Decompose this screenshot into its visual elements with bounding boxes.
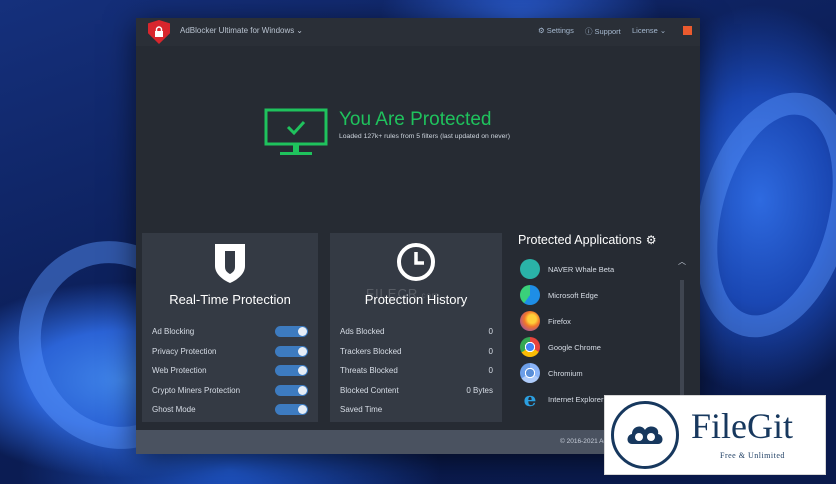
close-button[interactable] bbox=[683, 26, 692, 35]
license-label: License bbox=[632, 26, 658, 35]
scroll-up-arrow[interactable]: ︿ bbox=[678, 256, 686, 267]
stat-row-trackers-blocked: Trackers Blocked 0 bbox=[330, 346, 502, 366]
clock-icon bbox=[397, 243, 435, 281]
stat-label: Ads Blocked bbox=[340, 327, 385, 336]
stat-label: Blocked Content bbox=[340, 385, 399, 395]
chevron-down-icon: ⌄ bbox=[659, 26, 667, 35]
stat-row-saved-time: Saved Time bbox=[330, 404, 502, 424]
protection-history-panel: Protection History Ads Blocked 0 Tracker… bbox=[330, 233, 502, 422]
support-label: Support bbox=[594, 27, 621, 36]
setting-row-privacy-protection: Privacy Protection bbox=[142, 345, 318, 366]
web-protection-toggle[interactable] bbox=[275, 365, 308, 377]
stat-row-blocked-content: Blocked Content 0 Bytes bbox=[330, 385, 502, 405]
setting-label: Privacy Protection bbox=[152, 346, 217, 356]
app-title-menu[interactable]: AdBlocker Ultimate for Windows ⌄ bbox=[180, 26, 303, 35]
help-icon: ⓘ bbox=[585, 27, 593, 36]
protection-status-title: You Are Protected bbox=[339, 109, 492, 130]
watermark-suffix: .com bbox=[418, 291, 440, 300]
setting-row-ad-blocking: Ad Blocking bbox=[142, 326, 318, 346]
stat-value: 0 bbox=[488, 346, 493, 356]
app-name: Internet Explorer bbox=[548, 395, 604, 404]
list-item-google-chrome[interactable]: Google Chrome bbox=[518, 334, 688, 360]
protection-status-subtitle: Loaded 127k+ rules from 5 filters (last … bbox=[339, 133, 510, 140]
list-item-naver-whale[interactable]: NAVER Whale Beta bbox=[518, 256, 688, 282]
setting-row-web-protection: Web Protection bbox=[142, 365, 318, 385]
protected-applications-title: Protected Applications bbox=[518, 233, 642, 247]
setting-label: Crypto Miners Protection bbox=[152, 385, 241, 395]
google-chrome-icon bbox=[520, 337, 540, 357]
stat-label: Saved Time bbox=[340, 405, 383, 415]
setting-label: Ghost Mode bbox=[152, 405, 196, 415]
setting-label: Web Protection bbox=[152, 366, 207, 376]
support-link[interactable]: ⓘ Support bbox=[585, 26, 621, 37]
gear-icon: ⚙ bbox=[538, 26, 545, 35]
privacy-protection-toggle[interactable] bbox=[275, 345, 308, 357]
app-window: AdBlocker Ultimate for Windows ⌄ ⚙ Settin… bbox=[136, 18, 700, 454]
list-item-firefox[interactable]: Firefox bbox=[518, 308, 688, 334]
realtime-protection-panel: Real-Time Protection Ad Blocking Privacy… bbox=[142, 233, 318, 422]
internet-explorer-icon: e bbox=[523, 387, 537, 411]
settings-label: Settings bbox=[546, 26, 574, 35]
stat-row-ads-blocked: Ads Blocked 0 bbox=[330, 326, 502, 346]
app-name: Microsoft Edge bbox=[548, 291, 599, 300]
stat-label: Trackers Blocked bbox=[340, 346, 402, 356]
filegit-logo bbox=[611, 401, 679, 469]
gear-icon[interactable]: ⚙ bbox=[646, 233, 657, 247]
watermark-text: FILECR bbox=[366, 286, 419, 301]
title-bar: AdBlocker Ultimate for Windows ⌄ ⚙ Settin… bbox=[136, 18, 700, 46]
settings-link[interactable]: ⚙ Settings bbox=[538, 26, 574, 35]
app-name: Chromium bbox=[548, 369, 583, 378]
filegit-watermark-badge: FileGit Free & Unlimited bbox=[604, 395, 826, 475]
stat-value: 0 bbox=[488, 366, 493, 376]
list-item-microsoft-edge[interactable]: Microsoft Edge bbox=[518, 282, 688, 308]
stat-row-threats-blocked: Threats Blocked 0 bbox=[330, 365, 502, 385]
chevron-down-icon: ⌄ bbox=[296, 26, 303, 35]
list-item-chromium[interactable]: Chromium bbox=[518, 360, 688, 386]
shield-icon bbox=[215, 244, 245, 283]
crypto-miners-protection-toggle[interactable] bbox=[275, 384, 308, 396]
microsoft-edge-icon bbox=[520, 285, 540, 305]
chromium-icon bbox=[520, 363, 540, 383]
naver-whale-icon bbox=[520, 259, 540, 279]
monitor-check-icon bbox=[264, 108, 328, 155]
app-name: Google Chrome bbox=[548, 343, 601, 352]
license-menu[interactable]: License ⌄ bbox=[632, 26, 666, 35]
setting-row-crypto-miners-protection: Crypto Miners Protection bbox=[142, 384, 318, 405]
watermark-filecr: FILECR.com bbox=[366, 286, 440, 301]
ghost-mode-toggle[interactable] bbox=[275, 404, 308, 416]
badge-subtitle: Free & Unlimited bbox=[720, 451, 785, 460]
firefox-icon bbox=[520, 311, 540, 331]
copyright-text: © 2016-2021 Ad bbox=[560, 438, 608, 445]
stat-label: Threats Blocked bbox=[340, 366, 398, 376]
stat-value: 0 Bytes bbox=[466, 385, 493, 395]
app-title-label: AdBlocker Ultimate for Windows bbox=[180, 26, 295, 35]
app-name: Firefox bbox=[548, 317, 571, 326]
protected-applications-header: Protected Applications ⚙ bbox=[518, 233, 656, 247]
cloud-icon bbox=[627, 426, 663, 444]
setting-label: Ad Blocking bbox=[152, 327, 195, 336]
shield-lock-logo-icon bbox=[148, 20, 170, 44]
stat-value: 0 bbox=[488, 327, 493, 336]
ad-blocking-toggle[interactable] bbox=[275, 326, 308, 337]
badge-title: FileGit bbox=[691, 406, 794, 446]
realtime-protection-title: Real-Time Protection bbox=[169, 292, 291, 307]
setting-row-ghost-mode: Ghost Mode bbox=[142, 404, 318, 424]
app-name: NAVER Whale Beta bbox=[548, 265, 615, 274]
